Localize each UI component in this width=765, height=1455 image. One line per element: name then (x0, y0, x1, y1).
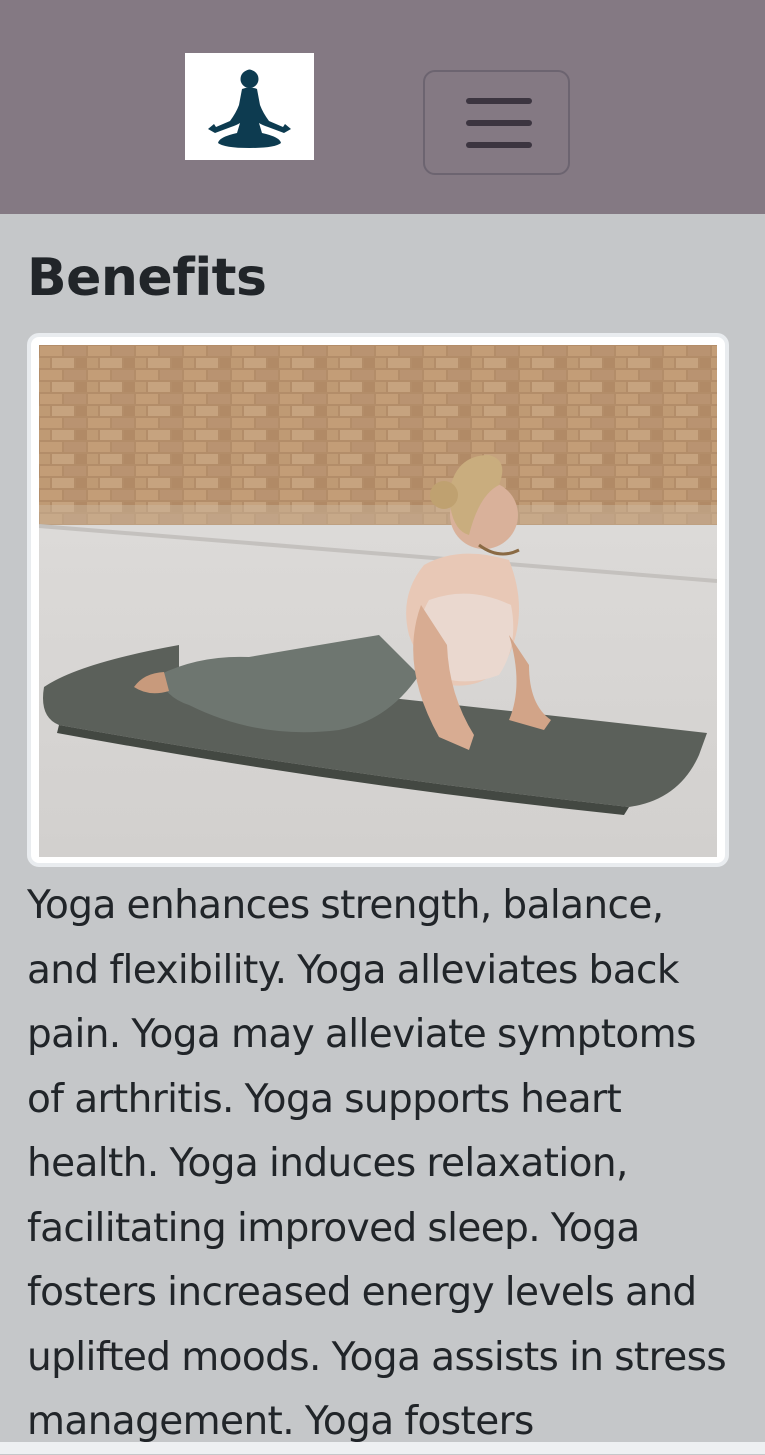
page-title: Benefits (27, 248, 267, 308)
navbar (0, 0, 765, 214)
yoga-cobra-pose-photo (39, 345, 717, 857)
meditation-pose-icon (208, 69, 291, 148)
menu-toggle-button[interactable] (423, 70, 570, 175)
logo-link[interactable] (185, 53, 314, 160)
benefits-paragraph: Yoga enhances strength, balance, and fle… (27, 883, 727, 1444)
yoga-image-card (27, 333, 729, 867)
benefits-section: Benefits Yoga enhances strength, balance… (0, 214, 765, 1454)
page-bottom-edge (0, 1442, 765, 1454)
